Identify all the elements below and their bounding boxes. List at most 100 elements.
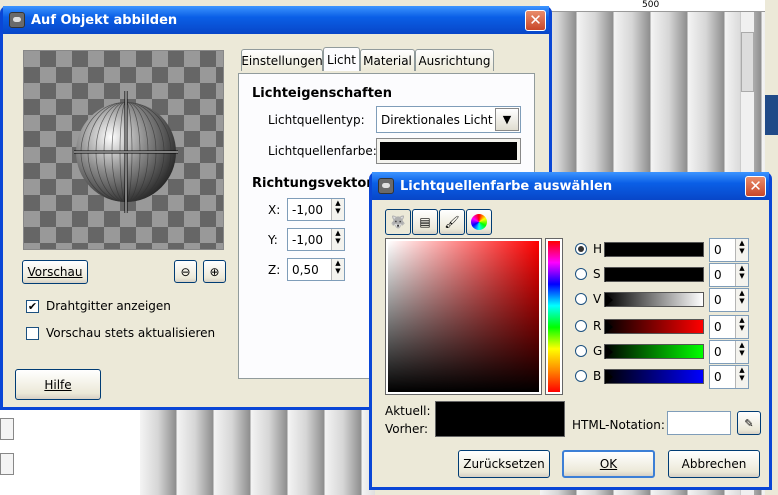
left-dropdown-2[interactable] — [0, 453, 14, 475]
channel-s-slider[interactable] — [604, 267, 704, 282]
cancel-button-label: Abbrechen — [681, 457, 747, 471]
current-label: Aktuell: — [385, 404, 431, 418]
z-spin[interactable]: ▲ ▼ — [331, 259, 344, 280]
ruler-mark: 500 — [642, 0, 660, 10]
y-input[interactable]: -1,00 ▲ ▼ — [287, 228, 345, 251]
zoom-in-button[interactable]: ⊕ — [203, 260, 226, 283]
color-dialog: Lichtquellenfarbe auswählen ✕ 🐺 ▤ 🖌 H 0 ▲… — [369, 172, 772, 490]
close-button[interactable]: ✕ — [745, 176, 766, 197]
channel-b-slider[interactable] — [604, 369, 704, 384]
scroll-thumb[interactable] — [741, 32, 754, 92]
z-input[interactable]: 0,50 ▲ ▼ — [287, 258, 345, 281]
channel-b-radio[interactable] — [575, 370, 587, 382]
channel-v-spin[interactable]: ▲ ▼ — [735, 289, 748, 311]
channel-h-slider[interactable] — [604, 242, 704, 257]
preview-area[interactable] — [23, 50, 224, 250]
light-color-swatch — [380, 142, 517, 160]
channel-h-input[interactable]: 0 ▲ ▼ — [709, 238, 749, 262]
channel-g-label: G — [593, 344, 603, 358]
previous-label: Vorher: — [385, 422, 429, 436]
wireframe-checkbox[interactable]: ✔ — [26, 300, 39, 313]
html-notation-label: HTML-Notation: — [572, 418, 665, 432]
preview-button[interactable]: Vorschau — [22, 260, 88, 284]
help-button[interactable]: Hilfe — [15, 369, 101, 400]
light-type-select[interactable]: Direktionales Licht ▼ — [376, 106, 521, 133]
cancel-button[interactable]: Abbrechen — [668, 450, 760, 478]
channel-r-slider[interactable] — [604, 319, 704, 334]
channel-v-input[interactable]: 0 ▲ ▼ — [709, 288, 749, 312]
zoom-out-icon: ⊖ — [180, 264, 191, 279]
channel-b-label: B — [593, 369, 602, 383]
channel-v-label: V — [593, 292, 602, 306]
color-square[interactable] — [385, 238, 542, 395]
light-props-heading: Lichteigenschaften — [252, 86, 392, 101]
tab-ausrichtung[interactable]: Ausrichtung — [415, 49, 494, 71]
channel-r-spin[interactable]: ▲ ▼ — [735, 316, 748, 338]
light-color-label: Lichtquellenfarbe: — [268, 144, 377, 158]
channel-g-value: 0 — [714, 345, 722, 359]
auto-update-checkbox[interactable] — [26, 327, 39, 340]
color-dialog-titlebar[interactable]: Lichtquellenfarbe auswählen ✕ — [372, 172, 769, 200]
help-button-label: Hilfe — [44, 377, 72, 392]
channel-h-spin[interactable]: ▲ ▼ — [735, 239, 748, 261]
tab-licht[interactable]: Licht — [323, 47, 360, 71]
color-dialog-title: Lichtquellenfarbe auswählen — [400, 178, 613, 194]
zoom-out-button[interactable]: ⊖ — [174, 260, 197, 283]
cmyk-selector-icon[interactable]: ▤ — [412, 209, 438, 235]
light-type-value: Direktionales Licht — [381, 112, 493, 127]
direction-heading: Richtungsvektor — [252, 176, 373, 191]
color-picker-button[interactable]: ✎ — [737, 411, 761, 435]
horizontal-ruler: 500 — [540, 0, 765, 12]
sphere-preview — [74, 91, 178, 213]
channel-s-value: 0 — [714, 268, 722, 282]
channel-s-radio[interactable] — [575, 268, 587, 280]
channel-v-radio[interactable] — [575, 293, 587, 305]
channel-s-spin[interactable]: ▲ ▼ — [735, 264, 748, 286]
ok-button[interactable]: OK — [562, 450, 655, 478]
channel-b-input[interactable]: 0 ▲ ▼ — [709, 365, 749, 389]
channel-v-slider[interactable] — [604, 292, 704, 307]
channel-b-spin[interactable]: ▲ ▼ — [735, 366, 748, 388]
close-button[interactable]: ✕ — [525, 10, 546, 31]
left-dropdown[interactable] — [0, 418, 14, 440]
color-preview-swatch — [435, 401, 565, 437]
channel-r-radio[interactable] — [575, 320, 587, 332]
map-dialog-titlebar[interactable]: Auf Objekt abbilden ✕ — [3, 6, 549, 34]
watercolor-selector-icon[interactable]: 🖌 — [439, 209, 465, 235]
channel-s-input[interactable]: 0 ▲ ▼ — [709, 263, 749, 287]
reset-button[interactable]: Zurücksetzen — [458, 450, 550, 478]
z-value: 0,50 — [292, 262, 319, 277]
html-notation-input[interactable] — [667, 411, 731, 435]
auto-update-label: Vorschau stets aktualisieren — [46, 326, 216, 340]
channel-g-slider[interactable] — [604, 344, 704, 359]
zoom-in-icon: ⊕ — [209, 264, 220, 279]
channel-h-radio[interactable] — [575, 243, 587, 255]
map-dialog-title: Auf Objekt abbilden — [31, 12, 178, 28]
light-type-label: Lichtquellentyp: — [268, 113, 365, 127]
x-input[interactable]: -1,00 ▲ ▼ — [287, 198, 345, 221]
channel-r-value: 0 — [714, 320, 722, 334]
light-color-button[interactable] — [376, 138, 521, 164]
wheel-selector-icon[interactable] — [466, 209, 492, 235]
color-selector-tabs: 🐺 ▤ 🖌 — [385, 209, 492, 235]
y-label: Y: — [268, 233, 278, 247]
x-spin[interactable]: ▲ ▼ — [331, 199, 344, 220]
x-value: -1,00 — [292, 202, 324, 217]
channel-v-value: 0 — [714, 293, 722, 307]
y-spin[interactable]: ▲ ▼ — [331, 229, 344, 250]
channel-g-radio[interactable] — [575, 345, 587, 357]
color-dialog-client: 🐺 ▤ 🖌 H 0 ▲ ▼ S 0 ▲ ▼ V 0 ▲ ▼ R 0 ▲ ▼ G … — [372, 200, 769, 487]
y-value: -1,00 — [292, 232, 324, 247]
chevron-down-icon[interactable]: ▼ — [495, 108, 519, 131]
gimp-icon — [9, 12, 25, 28]
tab-einstellungen[interactable]: Einstellungen — [241, 49, 323, 71]
tab-material[interactable]: Material — [360, 49, 415, 71]
hue-strip[interactable] — [545, 238, 563, 395]
channel-r-input[interactable]: 0 ▲ ▼ — [709, 315, 749, 339]
wireframe-label: Drahtgitter anzeigen — [46, 299, 171, 313]
gimp-selector-icon[interactable]: 🐺 — [385, 209, 411, 235]
left-panel — [0, 408, 140, 495]
channel-g-input[interactable]: 0 ▲ ▼ — [709, 340, 749, 364]
channel-g-spin[interactable]: ▲ ▼ — [735, 341, 748, 363]
channel-h-label: H — [593, 242, 603, 256]
